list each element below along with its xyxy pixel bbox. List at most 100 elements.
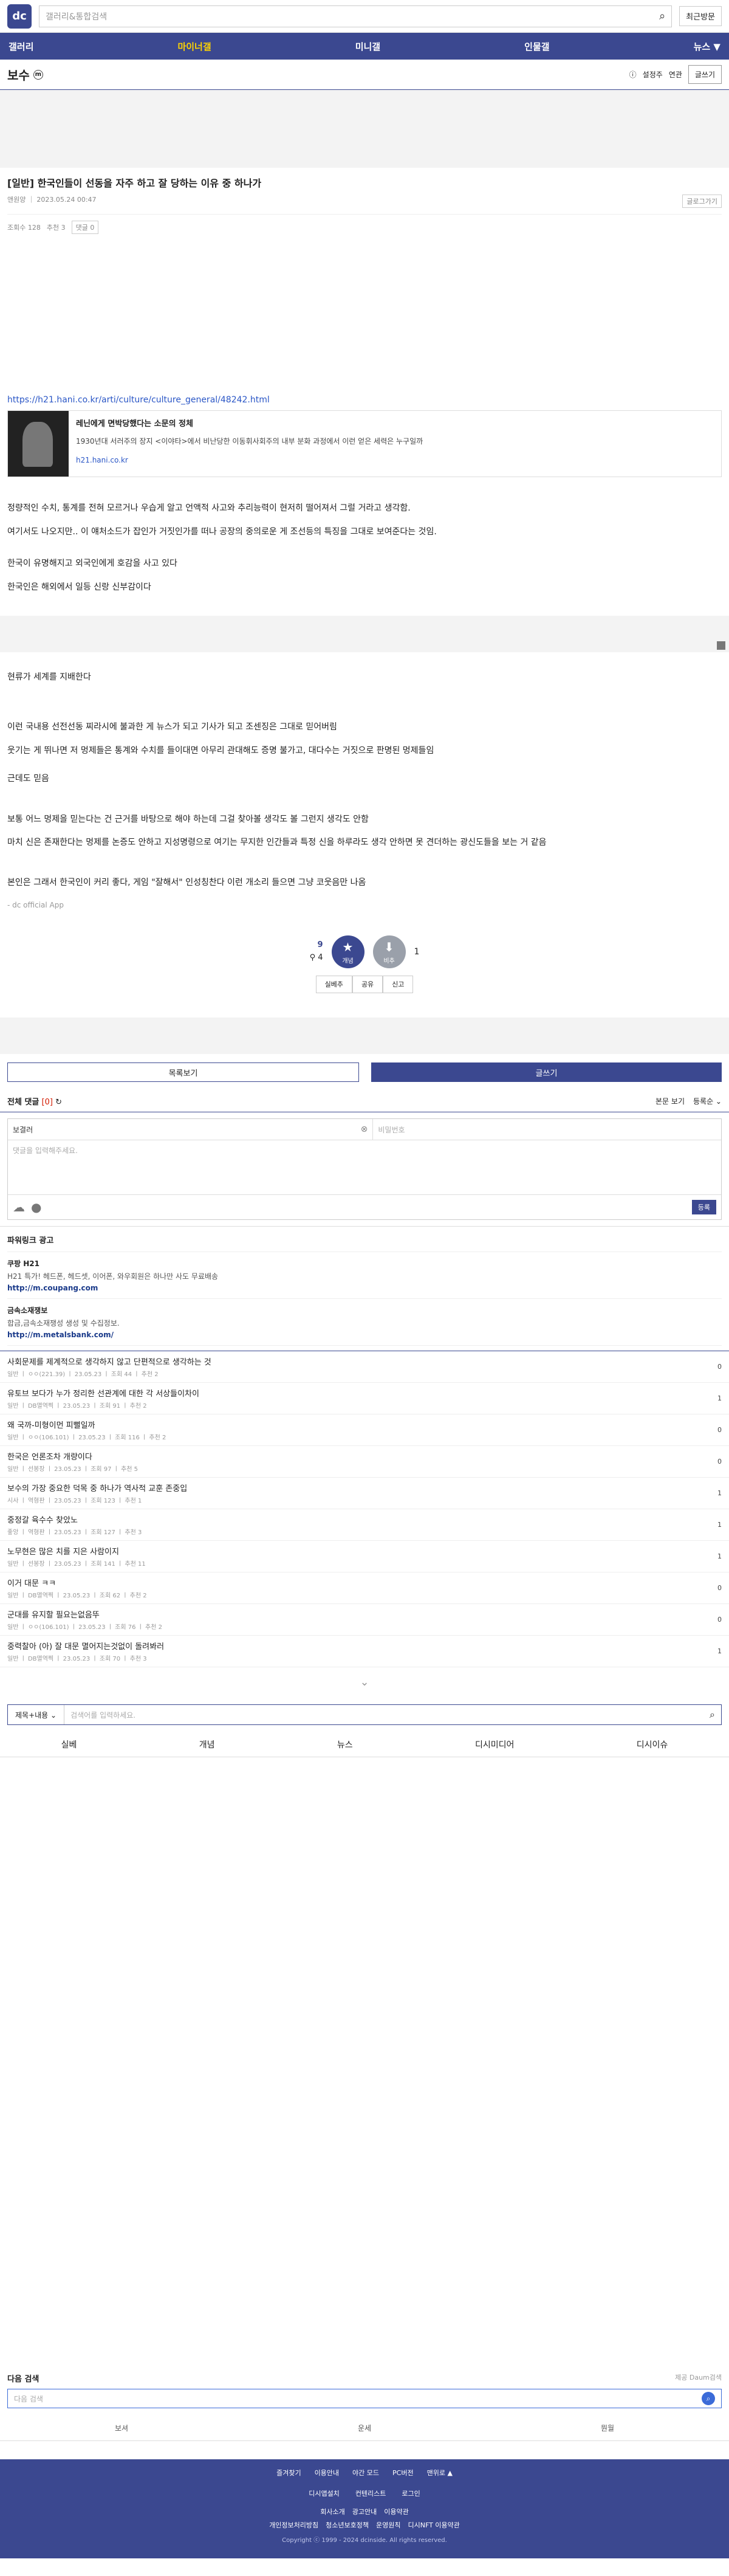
category-news[interactable]: 뉴스 [337, 1738, 353, 1751]
list-item[interactable]: 사회문제를 제계적으로 생각하지 않고 단편적으로 생각하는 것 일반 ㅣ ㅇㅇ(… [0, 1351, 729, 1383]
gallery-related-link[interactable]: 연관 [669, 69, 682, 80]
view-body-link[interactable]: 본문 보기 [655, 1096, 685, 1106]
post-more-button[interactable]: 글로그가기 [682, 195, 722, 208]
footer-night-mode[interactable]: 야간 모드 [352, 2468, 379, 2478]
category-best[interactable]: 실베 [61, 1738, 77, 1751]
gallery-title[interactable]: 보수 m [7, 66, 43, 83]
powerlink-url[interactable]: http://m.metalsbank.com/ [7, 1331, 722, 1339]
recommend-down-label: 비추 [383, 957, 395, 965]
list-item-count: 1 [717, 1647, 722, 1656]
daum-search-input[interactable]: 다음 검색 ⌕ [7, 2389, 722, 2409]
nav-mini[interactable]: 미니갤 [355, 40, 380, 53]
footer-rules[interactable]: 운영원칙 [376, 2520, 400, 2530]
footer-terms[interactable]: 이용약관 [384, 2507, 408, 2516]
search-icon[interactable]: ⌕ [703, 1709, 721, 1721]
daum-link[interactable]: 운세 [358, 2423, 371, 2433]
voice-icon[interactable]: ● [31, 1200, 41, 1214]
ad-info-icon[interactable] [717, 641, 725, 650]
write-button-top[interactable]: 글쓰기 [688, 65, 722, 84]
footer-guide[interactable]: 이용안내 [315, 2468, 339, 2478]
footer-company[interactable]: 회사소개 [320, 2507, 344, 2516]
gallery-title-text: 보수 [7, 68, 30, 83]
comment-submit-button[interactable]: 등록 [691, 1200, 716, 1215]
search-icon[interactable]: ⌕ [659, 10, 665, 22]
footer-privacy[interactable]: 개인정보처리방침 [269, 2520, 318, 2530]
link-preview-card[interactable]: 레닌에게 면박당했다는 소문의 정체 1930년대 서러주의 장지 <이야타>에… [7, 410, 722, 478]
best-recommend-button[interactable]: 실베추 [315, 975, 352, 994]
dc-logo[interactable]: dc [7, 4, 32, 29]
nav-person[interactable]: 인물갤 [524, 40, 549, 53]
post-paragraph: 마치 신은 존재한다는 멍제를 논증도 안하고 지성명령으로 여기는 무지한 인… [7, 837, 547, 847]
footer-nft[interactable]: 디시NFT 이용약관 [408, 2520, 459, 2530]
powerlink-url[interactable]: http://m.coupang.com [7, 1284, 722, 1292]
list-item-count: 0 [717, 1363, 722, 1371]
list-button[interactable]: 목록보기 [7, 1062, 359, 1083]
list-item[interactable]: 중력찰아 (아) 잘 대문 멸어지는것없이 돌려봐러 일반 ㅣ DB멸역찍 ㅣ 2… [0, 1636, 729, 1668]
nav-news[interactable]: 뉴스 ▼ [694, 40, 720, 53]
recommend-fix-count: 4 [318, 952, 323, 962]
category-issue[interactable]: 디시이슈 [637, 1738, 668, 1751]
report-button[interactable]: 신고 [383, 975, 414, 994]
footer-favorite[interactable]: 즐겨찾기 [276, 2468, 301, 2478]
footer-pc-version[interactable]: PC버전 [392, 2468, 414, 2478]
password-input[interactable]: 비밀번호 [372, 1119, 721, 1140]
category-media[interactable]: 디시미디어 [475, 1738, 514, 1751]
recommend-up-button[interactable]: ★ 개념 [331, 935, 364, 968]
category-concept[interactable]: 개념 [199, 1738, 215, 1751]
list-item-meta: 일반 ㅣ 선봉장 ㅣ 23.05.23 ㅣ 조회 97 ㅣ 추천 5 [7, 1466, 139, 1473]
list-item[interactable]: 보수의 가장 중요한 덕목 중 하나가 역사적 교훈 존중입 시사 ㅣ 역형판 ㅣ… [0, 1478, 729, 1510]
clear-icon[interactable]: ⊗ [356, 1119, 373, 1140]
info-icon[interactable]: ⓘ [629, 69, 637, 80]
write-button[interactable]: 글쓰기 [371, 1062, 722, 1083]
share-button[interactable]: 공유 [352, 975, 383, 994]
list-item-meta: 일반 ㅣ ㅇㅇ(106.101) ㅣ 23.05.23 ㅣ 조회 76 ㅣ 추천… [7, 1624, 162, 1631]
list-item[interactable]: 이거 대문 ㅋㅋ 일반 ㅣ DB멸역찍 ㅣ 23.05.23 ㅣ 조회 62 ㅣ … [0, 1572, 729, 1605]
list-item[interactable]: 왜 국까-미형이먼 피뻘일까 일반 ㅣ ㅇㅇ(106.101) ㅣ 23.05.2… [0, 1414, 729, 1447]
footer-top[interactable]: 맨위로 ▲ [427, 2468, 453, 2478]
list-item-title: 군대를 유지할 필요는없음뚜 [7, 1611, 100, 1620]
footer-youth[interactable]: 청소년보호정책 [326, 2520, 369, 2530]
post-comment-count[interactable]: 댓글 0 [71, 221, 99, 234]
search-type-select[interactable]: 제목+내용 ⌄ [8, 1705, 65, 1725]
daum-link[interactable]: 뭔월 [601, 2423, 614, 2433]
powerlink-desc: H21 특가! 헤드폰, 헤드셋, 이어폰, 와우회원은 하나만 사도 무료배송 [7, 1272, 219, 1281]
list-item-meta: 일반 ㅣ ㅇㅇ(106.101) ㅣ 23.05.23 ㅣ 조회 116 ㅣ 추… [7, 1434, 166, 1442]
link-preview-title: 레닌에게 면박당했다는 소문의 정체 [76, 419, 193, 429]
footer-login[interactable]: 로그인 [402, 2488, 420, 2498]
nav-gallery[interactable]: 갤러리 [9, 40, 33, 53]
powerlink-ads: 파워링크 광고 쿠팡 H21 H21 특가! 헤드폰, 헤드셋, 이어폰, 와우… [0, 1226, 729, 1351]
footer-content-list[interactable]: 컨텐리스트 [355, 2488, 386, 2498]
footer-ad[interactable]: 광고안내 [352, 2507, 377, 2516]
powerlink-item[interactable]: 금속소재쟁보 합금,금속소재쟁성 생성 및 수집정보. http://m.met… [7, 1299, 722, 1346]
post-link-url[interactable]: https://h21.hani.co.kr/arti/culture/cult… [7, 393, 722, 407]
list-item[interactable]: 중정갈 육수수 찾았노 좋앙 ㅣ 역형판 ㅣ 23.05.23 ㅣ 조회 127 … [0, 1509, 729, 1541]
search-input[interactable]: 갤러리&통합검색 ⌕ [39, 5, 673, 27]
recent-visit-button[interactable]: 최근방문 [679, 6, 722, 26]
nav-minor[interactable]: 마이너갤 [177, 40, 211, 53]
list-item-count: 1 [717, 1521, 722, 1529]
fix-icon: ⚲ [309, 952, 316, 962]
list-item[interactable]: 군대를 유지할 필요는없음뚜일반 ㅣ ㅇㅇ(106.101) ㅣ 23.05.2… [0, 1604, 729, 1636]
list-item[interactable]: 유토브 보다가 누가 정리한 선관계에 대한 각 서상들이차이 일반 ㅣ DB멸역… [0, 1383, 729, 1415]
sort-dropdown[interactable]: 등록순 ⌄ [693, 1096, 722, 1106]
powerlink-item[interactable]: 쿠팡 H21 H21 특가! 헤드폰, 헤드셋, 이어폰, 와우회원은 하나만 … [7, 1252, 722, 1300]
refresh-icon[interactable]: ↻ [55, 1098, 62, 1107]
powerlink-name: 쿠팡 H21 [7, 1259, 40, 1269]
chevron-down-icon[interactable]: ⌄ [0, 1667, 729, 1697]
list-item[interactable]: 한국은 언론조차 개량이다 일반 ㅣ 선봉장 ㅣ 23.05.23 ㅣ 조회 97… [0, 1446, 729, 1478]
footer-app[interactable]: 디시앱설치 [309, 2488, 340, 2498]
gallery-info-link[interactable]: 설정주 [643, 69, 663, 80]
cloud-icon[interactable]: ☁ [13, 1200, 25, 1214]
recommend-up-count: 9 [317, 940, 323, 950]
app-source: - dc official App [7, 900, 64, 909]
post-paragraph: 본인은 그래서 한국인이 커리 좋다, 게임 "잘해서" 인성칭찬다 이런 개소… [7, 878, 366, 888]
daum-link[interactable]: 보셔 [115, 2423, 128, 2433]
list-item[interactable]: 노무현은 많은 치를 지은 사람이지 일반 ㅣ 선봉장 ㅣ 23.05.23 ㅣ … [0, 1541, 729, 1573]
bottom-search-input[interactable]: 검색어를 입력하세요. [64, 1710, 703, 1720]
name-input[interactable]: 보결러 [8, 1119, 356, 1140]
recommend-down-button[interactable]: ⬇ 비추 [372, 935, 406, 968]
footer-copyright: Copyright ⓒ 1999 - 2024 dcinside. All ri… [282, 2537, 447, 2544]
comment-textarea[interactable]: 댓글을 입력해주세요. [8, 1140, 721, 1196]
post-author[interactable]: 앤원양 [7, 196, 26, 204]
search-icon[interactable]: ⌕ [702, 2392, 715, 2406]
